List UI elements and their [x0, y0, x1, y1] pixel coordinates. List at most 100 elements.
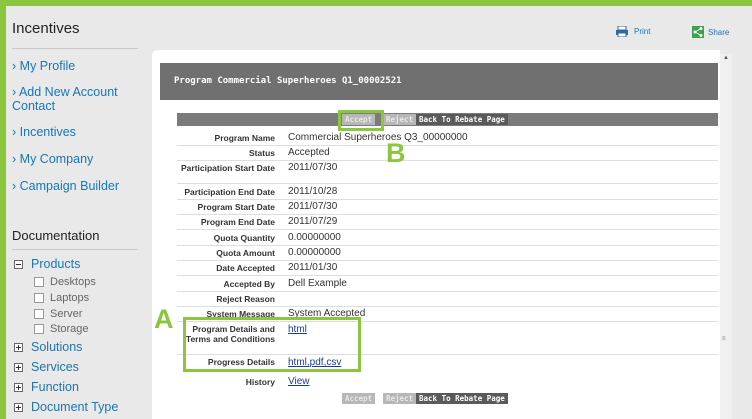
row-divider	[177, 183, 718, 184]
checkbox[interactable]	[34, 309, 44, 319]
row-divider	[177, 260, 718, 261]
tree-document-type[interactable]: Document Type	[14, 399, 118, 415]
share-button[interactable]: Share	[692, 26, 729, 38]
value-status: Accepted	[288, 147, 330, 158]
scroll-grip-icon[interactable]: ≡	[722, 336, 726, 342]
program-header: Program Commercial Superheroes Q1_000025…	[160, 63, 718, 100]
tree-sub-label: Storage	[50, 323, 89, 335]
tree-label: Document Type	[31, 400, 119, 414]
row-divider	[177, 229, 718, 230]
tree-services[interactable]: Services	[14, 359, 79, 375]
highlight-box-b	[338, 110, 384, 131]
checkbox[interactable]	[34, 293, 44, 303]
tree-sub-desktops[interactable]: Desktops	[34, 275, 96, 289]
tree-solutions[interactable]: Solutions	[14, 339, 82, 355]
top-accent-bar	[0, 0, 752, 6]
label-reject-reason: Reject Reason	[216, 294, 275, 304]
row-divider	[177, 145, 718, 146]
expand-icon[interactable]	[14, 342, 23, 352]
checkbox[interactable]	[34, 324, 44, 334]
chevron-right-icon: ›	[12, 85, 17, 99]
back-to-rebate-button-bottom[interactable]: Back To Rebate Page	[416, 393, 508, 404]
value-participation-end: 2011/10/28	[288, 186, 338, 197]
label-program-end: Program End Date	[200, 217, 275, 227]
value-program-start: 2011/07/30	[288, 201, 338, 212]
row-divider	[177, 245, 718, 246]
nav-my-profile[interactable]: › My Profile	[12, 59, 136, 73]
value-program-name: Commercial Superheroes Q3_00000000	[288, 132, 468, 143]
sidebar-title: Incentives	[12, 20, 80, 37]
tree-products[interactable]: Products	[14, 256, 80, 272]
collapse-icon[interactable]	[14, 259, 23, 269]
printer-icon	[616, 26, 628, 37]
chevron-right-icon: ›	[12, 59, 17, 73]
tree-sub-label: Laptops	[50, 292, 90, 304]
nav-campaign-builder[interactable]: › Campaign Builder	[12, 179, 136, 193]
nav-my-company[interactable]: › My Company	[12, 152, 136, 166]
row-divider	[177, 291, 718, 292]
row-divider	[177, 275, 718, 276]
tree-sub-laptops[interactable]: Laptops	[34, 291, 89, 305]
back-to-rebate-button-top[interactable]: Back To Rebate Page	[416, 114, 508, 125]
nav-label: My Profile	[19, 59, 76, 73]
value-program-end: 2011/07/29	[288, 216, 338, 227]
label-program-name: Program Name	[214, 133, 275, 143]
label-history: History	[245, 377, 275, 387]
value-date-accepted: 2011/01/30	[288, 262, 338, 273]
reject-button-bottom[interactable]: Reject	[383, 393, 417, 404]
tree-sub-label: Server	[50, 308, 83, 320]
vertical-scrollbar[interactable]	[720, 54, 732, 419]
nav-incentives[interactable]: › Incentives	[12, 125, 136, 139]
row-divider	[177, 214, 718, 215]
reject-button-top[interactable]: Reject	[383, 114, 417, 125]
highlight-box-a	[183, 317, 361, 372]
chevron-right-icon: ›	[12, 179, 17, 193]
tree-label: Services	[31, 360, 79, 374]
share-label: Share	[708, 27, 730, 37]
nav-label: Campaign Builder	[19, 179, 120, 193]
tree-function[interactable]: Function	[14, 379, 79, 395]
row-divider	[177, 160, 718, 161]
nav-label: My Company	[19, 152, 94, 166]
tree-sub-label: Desktops	[50, 276, 96, 288]
tree-label: Solutions	[31, 340, 83, 354]
print-label: Print	[634, 27, 651, 36]
link-history-view[interactable]: View	[288, 376, 310, 388]
label-quota-amount: Quota Amount	[216, 248, 275, 258]
expand-icon[interactable]	[14, 382, 23, 392]
label-program-start: Program Start Date	[197, 202, 275, 212]
value-quota-amount: 0.00000000	[288, 247, 341, 258]
tree-sub-storage[interactable]: Storage	[34, 322, 89, 336]
expand-icon[interactable]	[14, 402, 23, 412]
row-divider	[177, 306, 718, 307]
tree-sub-server[interactable]: Server	[34, 307, 82, 321]
accept-button-bottom[interactable]: Accept	[342, 393, 376, 404]
checkbox[interactable]	[34, 277, 44, 287]
nav-add-account-contact[interactable]: › Add New Account Contact	[12, 85, 136, 113]
chevron-right-icon: ›	[12, 125, 17, 139]
label-accepted-by: Accepted By	[223, 279, 276, 289]
label-date-accepted: Date Accepted	[216, 263, 275, 273]
program-title: Program Commercial Superheroes Q1_000025…	[174, 76, 402, 86]
share-icon	[692, 26, 704, 38]
tree-label: Products	[31, 257, 81, 271]
label-participation-end: Participation End Date	[184, 187, 275, 197]
expand-icon[interactable]	[14, 362, 23, 372]
scroll-up-arrow-icon[interactable]: ▲	[722, 54, 730, 62]
left-accent-bar	[0, 0, 6, 419]
nav-label: Incentives	[19, 125, 76, 139]
sidebar-divider	[12, 48, 138, 49]
label-participation-start: Participation Start Date	[181, 163, 275, 173]
print-button[interactable]: Print	[616, 26, 650, 37]
value-accepted-by: Dell Example	[288, 278, 347, 289]
callout-a: A	[154, 304, 174, 334]
value-quota-quantity: 0.00000000	[288, 232, 341, 243]
chevron-right-icon: ›	[12, 152, 17, 166]
documentation-title: Documentation	[12, 228, 100, 243]
documentation-divider	[12, 249, 138, 250]
label-status: Status	[249, 148, 275, 158]
callout-b: B	[386, 138, 406, 168]
row-divider	[177, 199, 718, 200]
nav-label: Add New Account Contact	[12, 85, 118, 113]
tree-label: Function	[31, 380, 79, 394]
